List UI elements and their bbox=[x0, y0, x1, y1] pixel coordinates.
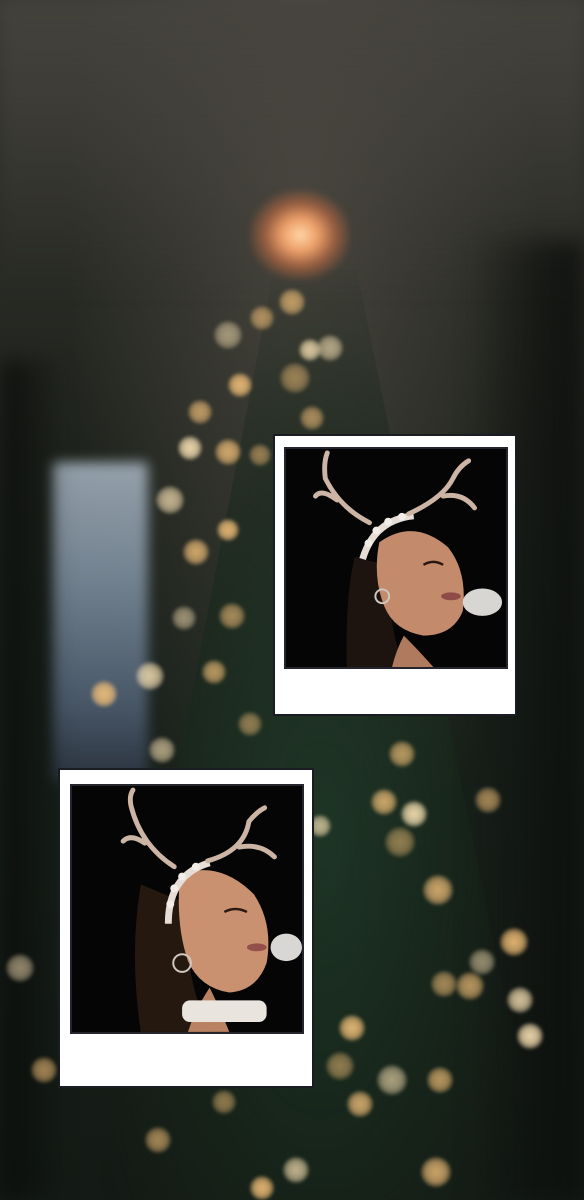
bokeh-light bbox=[385, 827, 415, 857]
bokeh-light bbox=[377, 1065, 407, 1095]
bokeh-light bbox=[300, 406, 324, 430]
bokeh-light bbox=[347, 1091, 373, 1117]
bokeh-light bbox=[250, 306, 274, 330]
bokeh-light bbox=[371, 789, 397, 815]
bokeh-light bbox=[215, 439, 241, 465]
bokeh-light bbox=[214, 321, 242, 349]
polaroid-bottom bbox=[58, 768, 314, 1088]
bokeh-light bbox=[317, 335, 343, 361]
bokeh-light bbox=[469, 949, 495, 975]
window-blinds bbox=[52, 462, 148, 782]
bokeh-light bbox=[183, 539, 209, 565]
bokeh-light bbox=[475, 787, 501, 813]
bokeh-light bbox=[219, 603, 245, 629]
photo-icon bbox=[72, 786, 302, 1032]
bokeh-light bbox=[326, 1052, 354, 1080]
photo-bottom bbox=[70, 784, 304, 1034]
bokeh-light bbox=[500, 928, 528, 956]
bokeh-light bbox=[421, 1157, 451, 1187]
bokeh-light bbox=[202, 660, 226, 684]
curtain-right bbox=[474, 240, 584, 1200]
bokeh-light bbox=[423, 875, 453, 905]
bokeh-light bbox=[149, 737, 175, 763]
bokeh-light bbox=[156, 486, 184, 514]
bokeh-light bbox=[427, 1067, 453, 1093]
bokeh-light bbox=[145, 1127, 171, 1153]
bokeh-light bbox=[217, 519, 239, 541]
bokeh-light bbox=[283, 1157, 309, 1183]
bokeh-light bbox=[456, 972, 484, 1000]
bokeh-light bbox=[507, 987, 533, 1013]
polaroid-top bbox=[273, 434, 517, 716]
bokeh-light bbox=[339, 1015, 365, 1041]
photo-top bbox=[284, 447, 508, 669]
bokeh-light bbox=[188, 400, 212, 424]
bokeh-light bbox=[31, 1057, 57, 1083]
bokeh-light bbox=[238, 712, 262, 736]
bokeh-light bbox=[389, 741, 415, 767]
bokeh-light bbox=[279, 289, 305, 315]
bokeh-light bbox=[178, 436, 202, 460]
bokeh-light bbox=[91, 681, 117, 707]
bokeh-light bbox=[136, 662, 164, 690]
bokeh-light bbox=[212, 1090, 236, 1114]
wallpaper-background bbox=[0, 0, 584, 1200]
bokeh-light bbox=[6, 954, 34, 982]
bokeh-light bbox=[172, 606, 196, 630]
tree-topper-star bbox=[250, 190, 350, 280]
bokeh-light bbox=[280, 363, 310, 393]
bokeh-light bbox=[517, 1023, 543, 1049]
photo-icon bbox=[286, 449, 506, 667]
bokeh-light bbox=[228, 373, 252, 397]
bokeh-light bbox=[249, 444, 271, 466]
bokeh-light bbox=[401, 801, 427, 827]
bokeh-light bbox=[250, 1176, 274, 1200]
bokeh-light bbox=[431, 971, 457, 997]
